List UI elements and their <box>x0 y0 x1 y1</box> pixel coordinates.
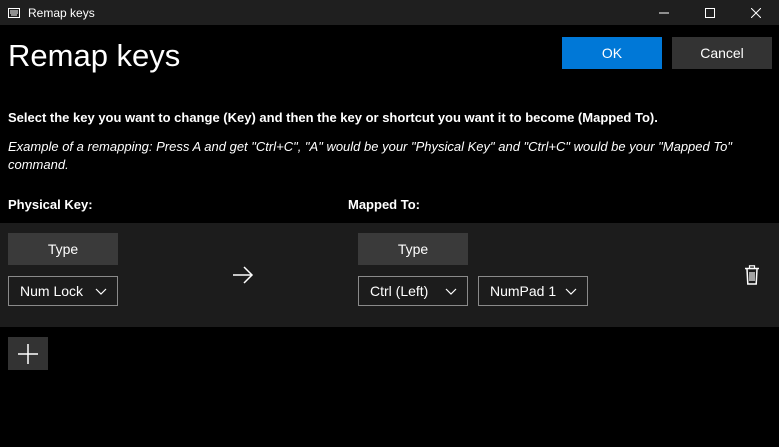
minimize-icon <box>659 12 669 13</box>
page-title: Remap keys <box>8 38 181 73</box>
maximize-button[interactable] <box>687 0 733 25</box>
chevron-down-icon <box>565 288 577 295</box>
cancel-button[interactable]: Cancel <box>672 37 772 69</box>
title-bar: Remap keys <box>0 0 779 25</box>
add-remap-button[interactable] <box>8 337 48 370</box>
mapped-to-header: Mapped To: <box>348 197 420 212</box>
plus-icon <box>18 343 38 364</box>
maximize-icon <box>705 7 715 18</box>
close-button[interactable] <box>733 0 779 25</box>
ok-button[interactable]: OK <box>562 37 662 69</box>
close-icon <box>751 7 761 18</box>
trash-icon[interactable] <box>744 265 760 290</box>
physical-key-header: Physical Key: <box>8 197 93 212</box>
instructions-text: Select the key you want to change (Key) … <box>8 110 658 125</box>
physical-key-dropdown[interactable]: Num Lock <box>8 276 118 306</box>
minimize-button[interactable] <box>641 0 687 25</box>
mapped-key-dropdown-2[interactable]: NumPad 1 <box>478 276 588 306</box>
physical-type-button[interactable]: Type <box>8 233 118 265</box>
mapped-key-value-1: Ctrl (Left) <box>370 283 429 299</box>
mapped-key-dropdown-1[interactable]: Ctrl (Left) <box>358 276 468 306</box>
right-arrow-icon <box>232 266 254 289</box>
example-text: Example of a remapping: Press A and get … <box>8 139 732 172</box>
window-title: Remap keys <box>28 5 95 20</box>
chevron-down-icon <box>95 288 107 295</box>
mapped-key-value-2: NumPad 1 <box>490 283 557 299</box>
mapped-type-button[interactable]: Type <box>358 233 468 265</box>
physical-key-value: Num Lock <box>20 283 84 299</box>
chevron-down-icon <box>445 288 457 295</box>
remap-row: Type Num Lock Type Ctrl (Left) NumPad 1 <box>0 223 779 327</box>
keyboard-icon <box>8 7 20 19</box>
